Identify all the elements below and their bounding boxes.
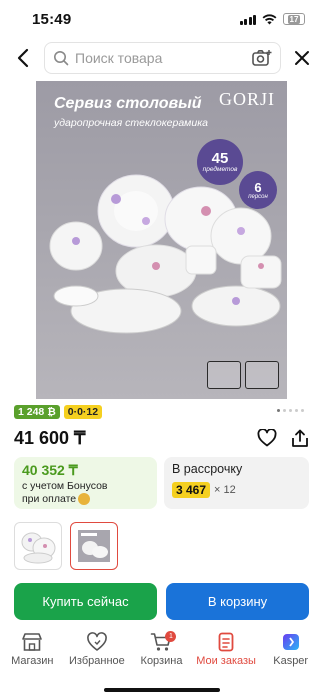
bottom-nav: Магазин Избранное 1 Корзина Мои заказы K… xyxy=(0,630,323,675)
thumbnail-box-image xyxy=(78,530,110,562)
image-thumbnails xyxy=(14,522,118,570)
bonus-note: с учетом Бонусов при оплате xyxy=(22,480,108,506)
heart-icon xyxy=(87,632,107,651)
kasper-icon xyxy=(282,634,299,650)
home-indicator xyxy=(104,688,220,692)
search-input[interactable]: Поиск товара xyxy=(44,42,281,74)
top-bar: Поиск товара xyxy=(0,38,323,78)
heart-icon[interactable] xyxy=(257,429,277,447)
bonus-price-card[interactable]: 40 352 ₸ с учетом Бонусов при оплате xyxy=(14,457,157,509)
product-image[interactable]: Сервиз столовый ударопрочная стеклокерам… xyxy=(36,81,287,399)
installment-title: В рассрочку xyxy=(172,462,243,476)
bonus-chip: 1 248 ₿ xyxy=(14,405,60,419)
back-button[interactable] xyxy=(10,45,36,71)
appliance-icons xyxy=(207,361,279,389)
nav-item-favorites[interactable]: Избранное xyxy=(65,632,129,667)
store-icon xyxy=(22,633,43,651)
search-icon xyxy=(54,51,69,66)
thumbnail-2[interactable] xyxy=(70,522,118,570)
share-icon[interactable] xyxy=(291,429,309,448)
buy-now-button[interactable]: Купить сейчас xyxy=(14,583,157,620)
installment-amount: 3 467 xyxy=(172,482,211,498)
installment-row: 3 467 × 12 xyxy=(172,482,301,498)
thumbnail-tableware-image xyxy=(21,532,56,564)
carousel-dots xyxy=(277,409,304,412)
cart-count-badge: 1 xyxy=(165,631,177,642)
status-time: 15:49 xyxy=(32,10,72,28)
status-indicators: 17 xyxy=(239,13,305,25)
camera-search-icon[interactable] xyxy=(252,49,272,67)
thumbnail-1[interactable] xyxy=(14,522,62,570)
orders-icon xyxy=(218,632,234,652)
microwave-icon xyxy=(207,361,241,389)
dishwasher-icon xyxy=(245,361,279,389)
product-price: 41 600 ₸ xyxy=(14,428,86,448)
installment-chip: 0·0·12 xyxy=(63,405,103,419)
battery-icon: 17 xyxy=(283,13,305,25)
installment-months: × 12 xyxy=(214,484,236,496)
signal-icon xyxy=(239,14,256,25)
nav-item-cart[interactable]: 1 Корзина xyxy=(129,631,193,667)
wifi-icon xyxy=(262,13,277,24)
battery-level: 17 xyxy=(287,14,301,24)
chevron-left-icon xyxy=(17,48,29,68)
nav-item-kasper[interactable]: Kasper xyxy=(259,632,323,667)
bonus-coin-icon xyxy=(78,493,91,506)
search-placeholder: Поиск товара xyxy=(75,50,163,66)
installment-card[interactable]: В рассрочку 3 467 × 12 xyxy=(164,457,309,509)
promo-chips: 1 248 ₿ 0·0·12 xyxy=(14,405,103,419)
tableware-illustration xyxy=(49,174,282,334)
bonus-price: 40 352 ₸ xyxy=(22,462,78,478)
nav-item-store[interactable]: Магазин xyxy=(0,632,64,667)
close-button[interactable] xyxy=(289,45,315,71)
close-icon xyxy=(295,51,309,65)
nav-item-orders[interactable]: Мои заказы xyxy=(194,632,258,667)
add-to-cart-button[interactable]: В корзину xyxy=(166,583,309,620)
price-actions xyxy=(257,429,309,448)
status-bar: 15:49 17 xyxy=(0,0,323,38)
